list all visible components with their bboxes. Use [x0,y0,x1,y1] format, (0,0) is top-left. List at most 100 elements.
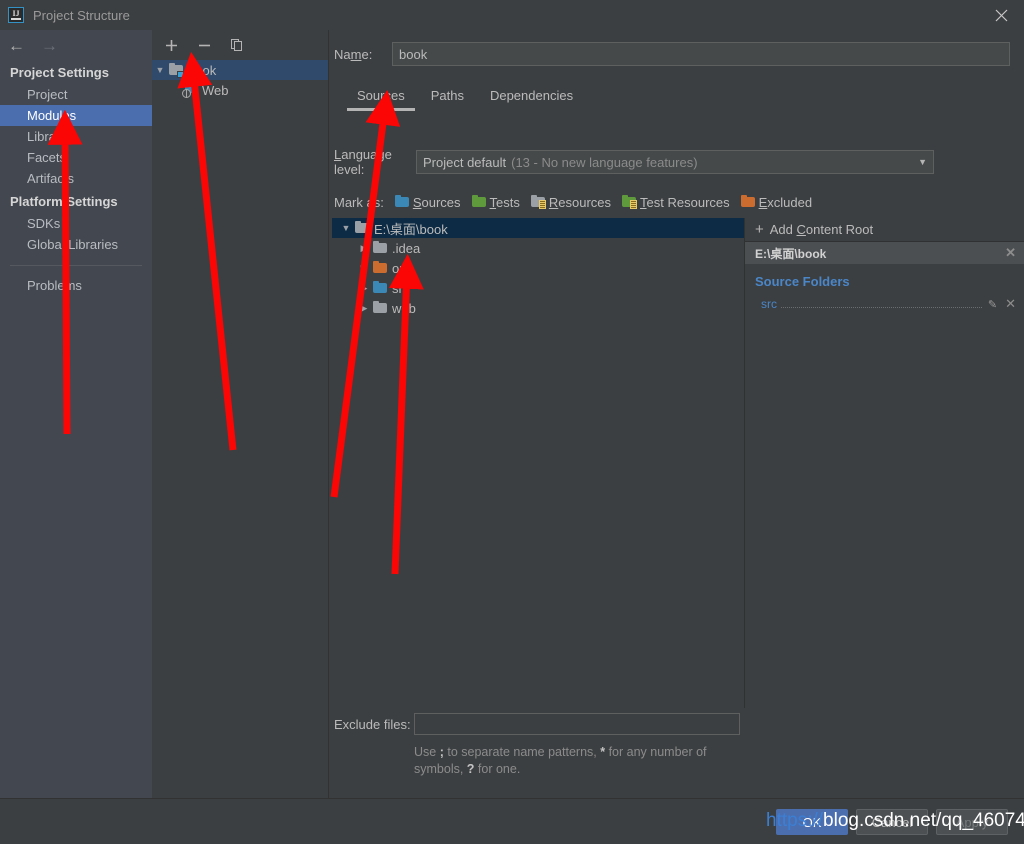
exclude-files-input[interactable] [414,713,740,735]
content-tree-src[interactable]: ▶ src [332,278,744,298]
content-tree-root-label: E:\桌面\book [374,221,448,237]
content-root-path-header: E:\桌面\book ✕ [745,242,1024,264]
window-title: Project Structure [33,7,130,23]
module-editor: Name: Sources Paths Dependencies Languag… [330,30,1024,798]
content-tree-idea-label: .idea [392,240,421,256]
module-facet-web[interactable]: Web [152,80,328,100]
chevron-down-icon[interactable]: ▼ [152,65,168,75]
chevron-right-icon[interactable]: ▶ [356,303,372,314]
exclude-files-label: Exclude files: [334,716,411,732]
sidebar-item-modules[interactable]: Modules [0,105,152,126]
source-folders-title: Source Folders [755,274,850,289]
pencil-icon[interactable]: ✎ [988,298,997,311]
content-tree-web-label: web [392,300,416,316]
sidebar-divider [10,265,142,266]
folder-root-icon [354,220,370,236]
module-name-input[interactable] [392,42,1010,66]
exclude-files-row: Exclude files: [334,712,740,736]
content-tree-out-label: out [392,260,411,276]
module-label: book [188,62,217,78]
tab-dependencies[interactable]: Dependencies [477,82,586,111]
close-icon[interactable]: ✕ [1005,296,1016,312]
language-level-value: Project default [423,154,507,170]
intellij-idea-icon [8,7,24,23]
sidebar-item-sdks[interactable]: SDKs [0,213,152,234]
modules-tree: ▼ book Web [152,60,328,798]
source-folder-name: src [761,297,777,311]
mark-as-resources-label: esources [558,194,612,210]
arrow-left-icon[interactable]: ← [8,37,25,54]
close-icon[interactable] [978,0,1024,30]
folder-sources-icon [394,194,410,210]
add-content-root-button[interactable]: + ​Add Content Root [745,218,1024,242]
chevron-down-icon[interactable]: ▼ [338,223,354,233]
source-folders-section: Source Folders src ✎ ✕ [745,264,1024,312]
language-level-select[interactable]: Project default (13 - No new language fe… [416,150,934,174]
language-level-detail: (13 - No new language features) [511,154,698,170]
tab-paths[interactable]: Paths [418,82,477,111]
dialog-buttons: OK Cancel Apply [776,809,1008,835]
mark-as-sources-button[interactable]: Sources [394,194,461,210]
name-label: Name: [334,46,373,62]
source-folder-dots [781,298,982,308]
tab-sources[interactable]: Sources [344,82,418,111]
web-facet-icon [182,82,198,98]
folder-icon [372,300,388,316]
mark-as-tests-label: ests [496,194,520,210]
module-book[interactable]: ▼ book [152,60,328,80]
content-tree-web[interactable]: ▶ web [332,298,744,318]
copy-icon[interactable] [227,35,247,55]
modules-toolbar [152,30,328,60]
folder-icon [372,240,388,256]
content-tree-root[interactable]: ▼ E:\桌面\book [332,218,744,238]
folder-excluded-icon [372,260,388,276]
content-tree-idea[interactable]: ▶ .idea [332,238,744,258]
chevron-right-icon[interactable]: ▶ [356,283,372,294]
apply-button[interactable]: Apply [936,809,1008,835]
mark-as-test-resources-button[interactable]: Test Resources [621,194,730,210]
sidebar-item-project[interactable]: Project [0,84,152,105]
name-row: Name: [334,42,1010,66]
sidebar-item-facets[interactable]: Facets [0,147,152,168]
cancel-button[interactable]: Cancel [856,809,928,835]
folder-sources-icon [372,280,388,296]
settings-sidebar: ← → Project Settings Project Modules Lib… [0,30,152,844]
mark-as-excluded-label: xcluded [767,194,813,210]
content-tree-out[interactable]: ▶ out [332,258,744,278]
content-root-detail: + ​Add Content Root E:\桌面\book ✕ Source … [745,218,1024,708]
arrow-right-icon[interactable]: → [41,37,58,54]
close-icon[interactable]: ✕ [1005,245,1016,261]
add-content-root-label: ​Add Content Root [769,222,874,237]
module-icon [168,62,184,78]
mark-as-test-resources-label: est Resources [646,194,730,210]
source-folder-item[interactable]: src ✎ ✕ [755,296,1024,312]
mark-as-excluded-button[interactable]: Excluded [740,194,812,210]
hint-end: for one. [474,762,521,776]
mark-as-resources-button[interactable]: Resources [530,194,611,210]
chevron-right-icon[interactable]: ▶ [356,243,372,254]
modules-panel: ▼ book Web [152,30,329,798]
sidebar-item-artifacts[interactable]: Artifacts [0,168,152,189]
plus-icon: + [755,220,764,238]
language-level-row: Language level: Project default (13 - No… [334,147,934,177]
language-level-label: Language level: [334,147,392,177]
sidebar-item-global-libraries[interactable]: Global Libraries [0,234,152,255]
minus-icon[interactable] [194,35,214,55]
plus-icon[interactable] [161,35,181,55]
chevron-right-icon[interactable]: ▶ [356,263,372,274]
mark-as-tests-button[interactable]: Tests [471,194,520,210]
sidebar-item-libraries[interactable]: Libraries [0,126,152,147]
sidebar-group-project-settings: Project Settings [10,65,109,80]
hint-prefix: Use [414,745,440,759]
chevron-down-icon[interactable]: ▼ [918,157,927,167]
content-tree-src-label: src [392,280,410,296]
mark-as-sources-label: ources [421,194,461,210]
project-structure-dialog: Project Structure ← → Project Settings P… [0,0,1024,844]
folder-tests-icon [471,194,487,210]
title-bar: Project Structure [0,0,1024,30]
sidebar-item-problems[interactable]: Problems [0,275,152,296]
ok-button[interactable]: OK [776,809,848,835]
content-roots-tree: ▼ E:\桌面\book ▶ .idea ▶ out ▶ src ▶ web [332,218,745,708]
hint-middle: to separate name patterns, [443,745,601,759]
folder-test-resources-icon [621,194,638,210]
